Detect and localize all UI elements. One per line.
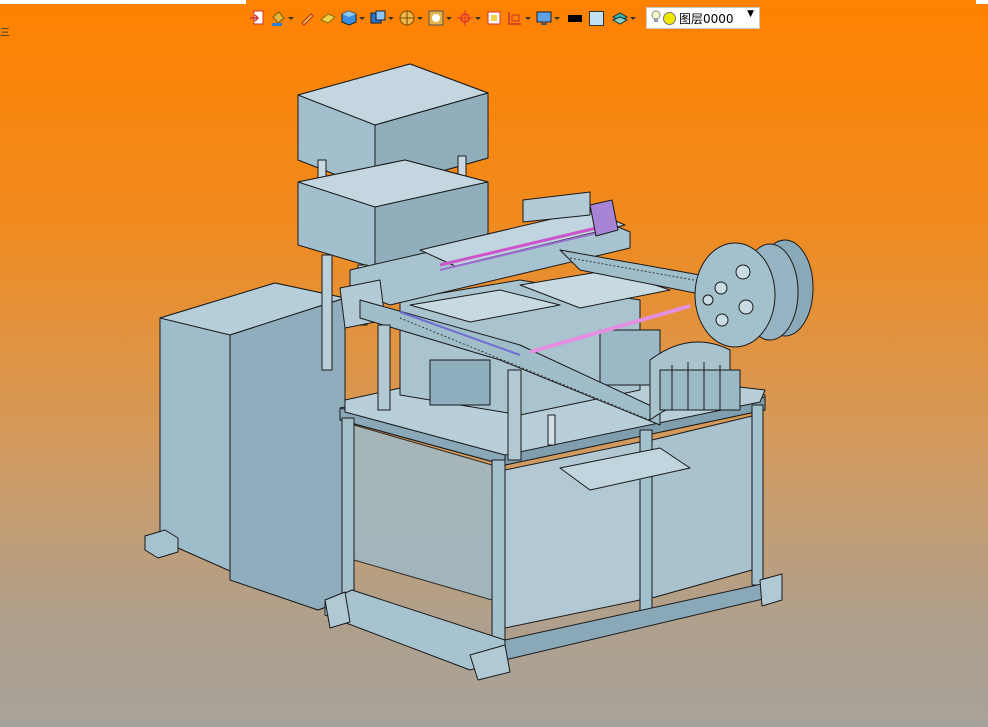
axis-button[interactable] <box>456 7 482 29</box>
cube-button[interactable] <box>340 7 366 29</box>
paint-button[interactable] <box>269 7 295 29</box>
reel-assembly <box>649 239 814 421</box>
axis-icon <box>456 9 474 27</box>
dimension-icon <box>506 9 524 27</box>
side-cabinet <box>144 282 346 611</box>
chevron-down-icon[interactable] <box>524 13 532 23</box>
lightbulb-icon[interactable] <box>651 10 661 27</box>
fill-color-swatch[interactable] <box>589 10 604 26</box>
exit-icon <box>248 9 266 27</box>
chevron-down-icon[interactable] <box>629 13 637 23</box>
dimension-button[interactable] <box>506 7 532 29</box>
chevron-down-icon[interactable] <box>287 13 295 23</box>
pencil-button[interactable] <box>298 7 316 29</box>
chevron-down-icon[interactable] <box>416 13 424 23</box>
view-cube-icon <box>369 9 387 27</box>
frame-icon <box>485 9 503 27</box>
line-color-swatch[interactable] <box>568 14 582 22</box>
layer-display-button[interactable] <box>611 7 637 29</box>
pencil-icon <box>298 9 316 27</box>
section-button[interactable] <box>398 7 424 29</box>
chevron-down-icon[interactable]: ▼ <box>747 9 754 19</box>
chevron-down-icon[interactable] <box>387 13 395 23</box>
exit-button[interactable] <box>248 7 266 29</box>
frame-button[interactable] <box>485 7 503 29</box>
display-icon <box>535 9 553 27</box>
layer-select[interactable]: 图层0000 ▼ <box>646 7 760 29</box>
post <box>457 155 467 177</box>
chevron-down-icon[interactable] <box>358 13 366 23</box>
view-button[interactable] <box>369 7 395 29</box>
render-icon <box>427 9 445 27</box>
chevron-down-icon[interactable] <box>474 13 482 23</box>
cube-icon <box>340 9 358 27</box>
render-button[interactable] <box>427 7 453 29</box>
column <box>321 254 333 371</box>
chevron-down-icon[interactable] <box>445 13 453 23</box>
layer-state-icon[interactable] <box>663 11 676 25</box>
eraser-icon <box>319 9 337 27</box>
toolbar: 图层0000 ▼ <box>248 6 760 30</box>
section-icon <box>398 9 416 27</box>
3d-viewport[interactable] <box>0 0 988 727</box>
layers-icon <box>611 9 629 27</box>
display-button[interactable] <box>535 7 561 29</box>
layer-name: 图层0000 <box>679 11 734 26</box>
eraser-button[interactable] <box>319 7 337 29</box>
chevron-down-icon[interactable] <box>553 13 561 23</box>
paint-bucket-icon <box>269 9 287 27</box>
